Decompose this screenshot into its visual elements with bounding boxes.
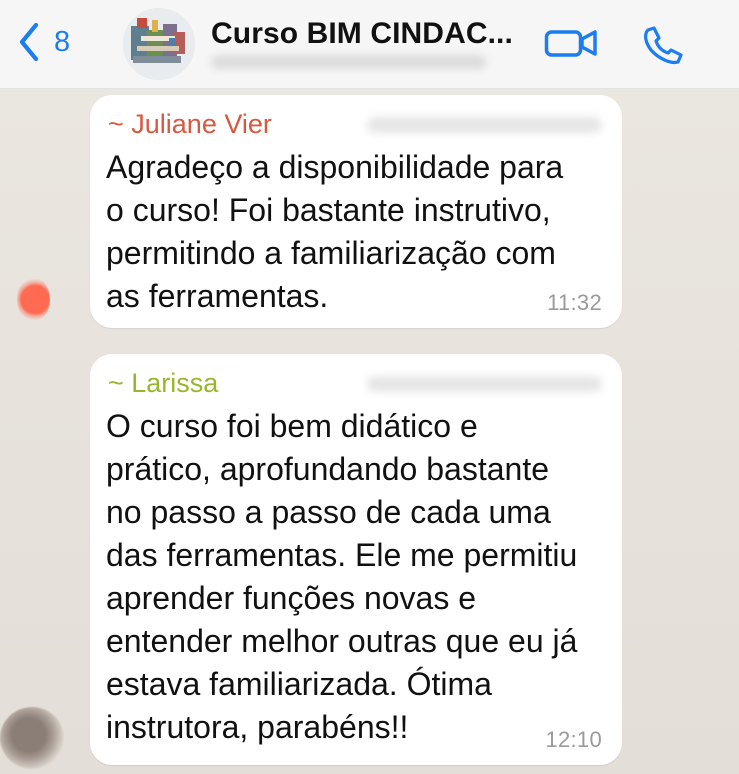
message-time: 11:32	[547, 290, 602, 315]
message-bubble[interactable]: ~ Juliane Vier Agradeço a disponibilidad…	[90, 95, 622, 328]
chat-title: Curso BIM CINDAC...	[211, 17, 513, 50]
building-model-image	[123, 8, 195, 80]
group-avatar[interactable]	[123, 8, 195, 80]
message-sender: ~ Juliane Vier	[108, 109, 272, 139]
message-sender: ~ Larissa	[108, 368, 219, 398]
message-text: Agradeço a disponibilidade para o curso!…	[106, 149, 564, 314]
sender-avatar-blurred	[0, 707, 64, 769]
unread-count: 8	[54, 25, 71, 58]
reaction-dot	[17, 277, 50, 322]
chevron-left-icon	[19, 22, 39, 62]
chat-header: 8 Curso BIM CINDAC...	[0, 0, 739, 89]
phone-icon[interactable]	[641, 22, 687, 68]
sender-phone-blurred	[367, 376, 602, 392]
message-bubble[interactable]: ~ Larissa O curso foi bem didático e prá…	[90, 354, 622, 765]
back-button[interactable]: 8	[14, 21, 70, 63]
participants-subtitle-blurred	[211, 55, 486, 69]
sender-phone-blurred	[367, 117, 602, 133]
message-time: 12:10	[545, 727, 602, 752]
message-text: O curso foi bem didático e prático, apro…	[106, 408, 578, 745]
video-icon[interactable]	[544, 26, 600, 60]
